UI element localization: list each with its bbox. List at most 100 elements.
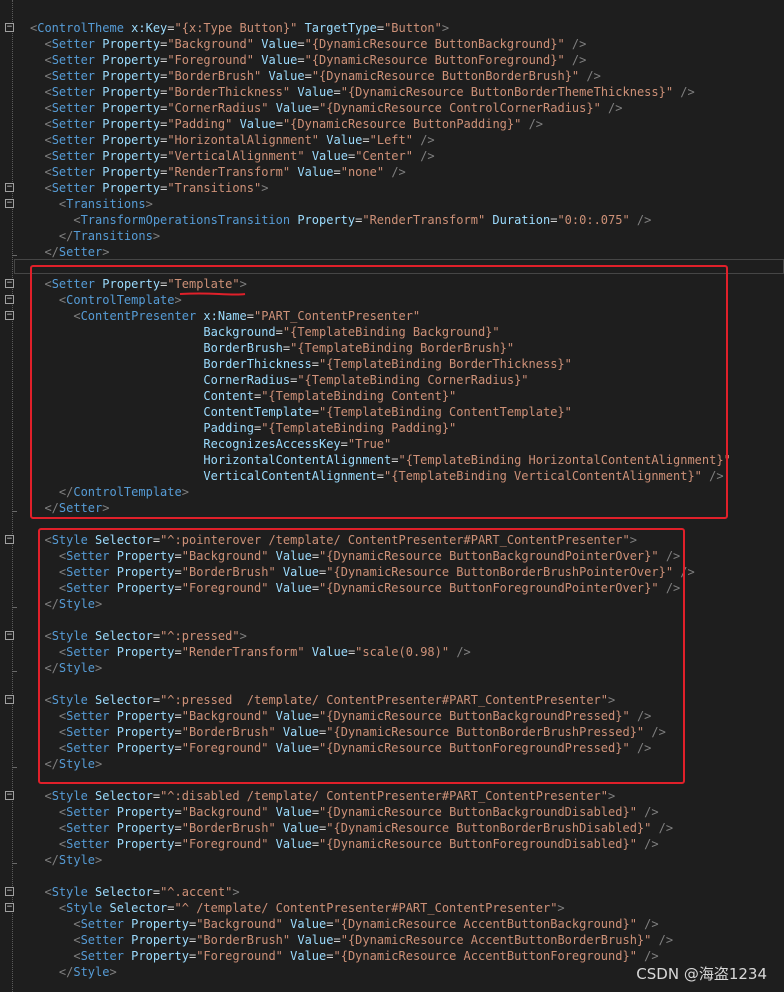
code-token: Value <box>282 917 327 931</box>
code-token: Value <box>261 69 305 83</box>
fold-toggle-icon[interactable]: − <box>5 887 14 896</box>
code-token: Property <box>109 805 175 819</box>
code-line[interactable]: <Setter Property="Transitions"> <box>30 180 268 196</box>
code-token: < <box>30 165 52 179</box>
code-token: Property <box>95 53 161 67</box>
code-line[interactable]: <Setter Property="Background" Value="{Dy… <box>30 916 658 932</box>
code-token: "RenderTransform" <box>362 213 486 227</box>
code-token: Value <box>290 165 334 179</box>
code-token: "{DynamicResource ButtonBorderBrush}" <box>311 69 580 83</box>
fold-toggle-icon[interactable]: − <box>5 23 14 32</box>
code-token: Value <box>290 933 334 947</box>
code-token: "{DynamicResource ButtonForegroundDisabl… <box>319 837 637 851</box>
code-token: Duration <box>485 213 551 227</box>
code-token: Setter <box>66 821 110 835</box>
code-line[interactable]: <Setter Property="Foreground" Value="{Dy… <box>30 948 658 964</box>
code-token: < <box>30 37 52 51</box>
fold-toggle-icon[interactable]: − <box>5 279 14 288</box>
fold-toggle-icon[interactable]: − <box>5 791 14 800</box>
code-line[interactable]: <Setter Property="Background" Value="{Dy… <box>30 36 586 52</box>
code-token: = <box>152 885 161 899</box>
code-token: = <box>376 21 385 35</box>
code-token: "{DynamicResource ButtonForeground}" <box>304 53 565 67</box>
code-token: < <box>30 213 81 227</box>
code-token: = <box>152 789 161 803</box>
code-token: </ <box>30 965 74 979</box>
code-line[interactable]: <Setter Property="BorderBrush" Value="{D… <box>30 820 673 836</box>
code-token: "RenderTransform" <box>167 165 291 179</box>
code-token: "none" <box>340 165 385 179</box>
code-token: Setter <box>80 933 124 947</box>
code-token: Setter <box>51 165 96 179</box>
code-line[interactable]: <Style Selector="^ /template/ ContentPre… <box>30 900 565 916</box>
code-line[interactable]: <Setter Property="CornerRadius" Value="{… <box>30 100 623 116</box>
fold-toggle-icon[interactable]: − <box>5 295 14 304</box>
code-line[interactable]: <Style Selector="^.accent"> <box>30 884 239 900</box>
code-token: Property <box>123 933 189 947</box>
code-token: Selector <box>87 789 153 803</box>
code-line[interactable]: </Setter> <box>30 244 109 260</box>
code-line[interactable]: <Setter Property = "RenderTransform" Value… <box>30 164 405 180</box>
code-token: /> <box>579 69 601 83</box>
code-token: > <box>109 965 117 979</box>
code-token: Property <box>95 149 161 163</box>
code-token: Style <box>58 853 96 867</box>
code-line[interactable]: </Style> <box>30 964 117 980</box>
code-line[interactable]: <Transitions> <box>30 196 153 212</box>
fold-toggle-icon[interactable]: − <box>5 311 14 320</box>
code-token: /> <box>600 101 623 115</box>
code-editor[interactable]: − − − − − − − − − − − − <ControlTheme x:Key="{x:Typ… <box>0 0 784 992</box>
fold-toggle-icon[interactable]: − <box>5 199 14 208</box>
code-line[interactable]: <Setter Property = "BorderThickness" Value… <box>30 84 694 100</box>
code-token: > <box>608 789 616 803</box>
fold-toggle-icon[interactable]: − <box>5 631 14 640</box>
code-token: Setter <box>51 181 96 195</box>
code-token: = <box>304 69 312 83</box>
code-token: = <box>362 133 370 147</box>
code-token: Selector <box>87 885 153 899</box>
fold-toggle-icon[interactable]: − <box>5 903 14 912</box>
code-token: "{DynamicResource AccentButtonBorderBrus… <box>340 933 652 947</box>
code-token: Setter <box>66 805 110 819</box>
code-token: "{DynamicResource ButtonBackgroundDisabl… <box>319 805 637 819</box>
code-line[interactable]: <Setter Property="Foreground" Value="{Dy… <box>30 52 586 68</box>
code-line[interactable]: <Setter Property="BorderBrush" Value="{D… <box>30 68 601 84</box>
code-token: < <box>30 149 52 163</box>
code-token: = <box>174 805 182 819</box>
style-selectors-highlight-box <box>38 528 685 784</box>
code-token: /> <box>564 53 587 67</box>
fold-end-marker <box>12 863 17 864</box>
code-token: Property <box>95 85 161 99</box>
code-token: /> <box>651 933 674 947</box>
code-token: Setter <box>51 133 96 147</box>
fold-toggle-icon[interactable]: − <box>5 535 14 544</box>
code-line[interactable]: <Style Selector="^:disabled /template/ C… <box>30 788 615 804</box>
code-token: "{DynamicResource AccentButtonBackground… <box>333 917 637 931</box>
code-line[interactable]: <Setter Property="Foreground" Value="{Dy… <box>30 836 659 852</box>
code-line[interactable]: <ControlTheme x:Key="{x:Type Button}" Ta… <box>30 20 449 36</box>
code-token: Property <box>123 949 189 963</box>
code-token: "Left" <box>369 133 413 147</box>
code-token: Setter <box>51 117 96 131</box>
code-line[interactable]: <Setter Property="VerticalAlignment" Val… <box>30 148 434 164</box>
code-token: Value <box>254 53 298 67</box>
code-line[interactable]: <Setter Property="Background" Value="{Dy… <box>30 804 659 820</box>
code-token: "Background" <box>196 917 283 931</box>
code-token: < <box>30 117 52 131</box>
code-line[interactable]: <Setter Property="Padding" Value="{Dynam… <box>30 116 543 132</box>
code-token: = <box>174 837 182 851</box>
code-line[interactable]: <Setter Property = "HorizontalAlignment" V… <box>30 132 434 148</box>
code-token: "BorderBrush" <box>196 933 291 947</box>
code-token: > <box>152 229 161 243</box>
code-token: Setter <box>80 917 124 931</box>
code-line[interactable]: <TransformOperationsTransition Property=… <box>30 212 651 228</box>
code-token: Setter <box>51 37 96 51</box>
fold-toggle-icon[interactable]: − <box>5 695 14 704</box>
fold-toggle-icon[interactable]: − <box>5 183 14 192</box>
code-line[interactable]: </Transitions> <box>30 228 160 244</box>
code-line[interactable]: <Setter Property="BorderBrush" Value="{D… <box>30 932 673 948</box>
code-token: Property <box>95 117 161 131</box>
code-token: < <box>30 837 67 851</box>
code-line[interactable]: </Style> <box>30 852 102 868</box>
code-token: Property <box>123 917 189 931</box>
